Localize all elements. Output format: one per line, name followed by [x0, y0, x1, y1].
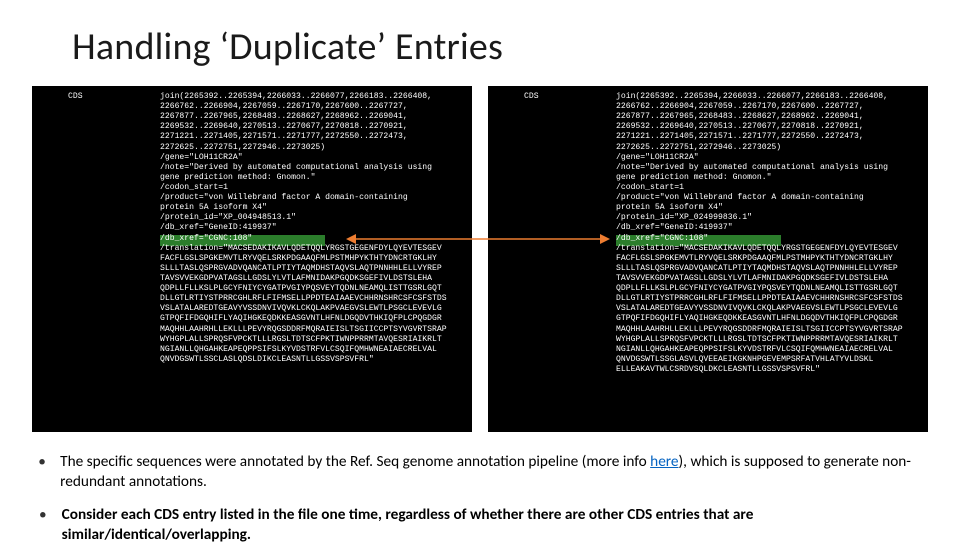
page-title: Handling ‘Duplicate’ Entries [72, 24, 503, 70]
bullet-2: • Consider each CDS entry listed in the … [36, 505, 924, 544]
cds-label-right: CDS [524, 92, 539, 102]
terminal-panels: CDS join(2265392..2265394,2266033..22660… [32, 86, 928, 432]
bullet-1-pre: The specific sequences were annotated by… [60, 452, 650, 471]
terminal-left-body: join(2265392..2265394,2266033..2266077,2… [160, 92, 460, 365]
bullet-1-text: The specific sequences were annotated by… [60, 452, 924, 491]
terminal-right-body: join(2265392..2265394,2266033..2266077,2… [616, 92, 916, 375]
terminal-right: CDS join(2265392..2265394,2266033..22660… [488, 86, 928, 432]
terminal-left: CDS join(2265392..2265394,2266033..22660… [32, 86, 472, 432]
bullet-dot-icon: • [36, 452, 48, 491]
bullet-2-text: Consider each CDS entry listed in the fi… [62, 505, 924, 544]
bullet-2-bold: Consider each CDS entry listed in the fi… [62, 505, 754, 544]
bullet-list: • The specific sequences were annotated … [36, 452, 924, 558]
bullet-dot-icon: • [36, 505, 50, 544]
more-info-link[interactable]: here [650, 452, 678, 471]
cds-label-left: CDS [68, 92, 83, 102]
bullet-1: • The specific sequences were annotated … [36, 452, 924, 491]
